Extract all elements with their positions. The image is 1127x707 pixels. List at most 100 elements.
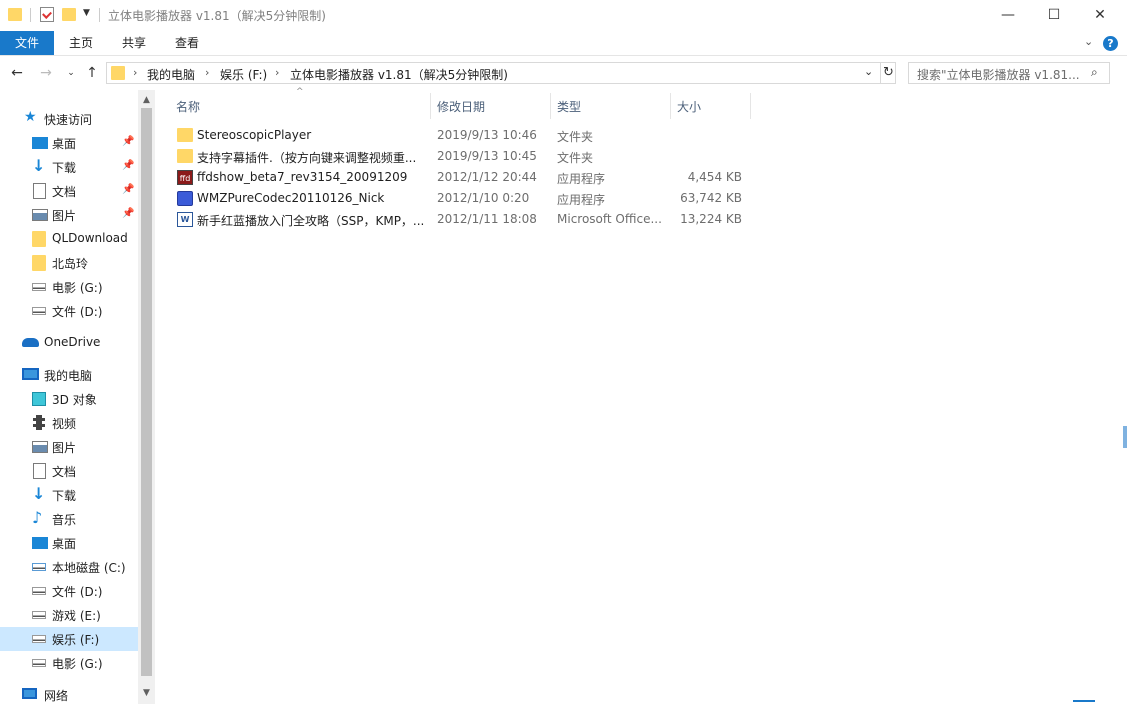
nav-pc-downloads[interactable]: ↓ 下载 (0, 483, 138, 507)
nav-label: 北岛玲 (52, 257, 89, 271)
word-doc-icon: W (177, 212, 193, 227)
file-row[interactable]: StereoscopicPlayer 2019/9/13 10:46 文件夹 (172, 125, 752, 146)
system-drive-icon (32, 563, 46, 571)
nav-onedrive[interactable]: OneDrive (0, 331, 138, 355)
column-header-size[interactable]: 大小 (677, 98, 701, 115)
nav-quick-downloads[interactable]: ↓ 下载 📌 (0, 155, 138, 179)
tab-share[interactable]: 共享 (108, 31, 160, 55)
divider (30, 8, 31, 22)
nav-pc-drive-g[interactable]: 电影 (G:) (0, 651, 138, 675)
nav-pc-pictures[interactable]: 图片 (0, 435, 138, 459)
file-row[interactable]: W 新手红蓝播放入门全攻略（SSP，KMP，... 2012/1/11 18:0… (172, 209, 752, 230)
nav-label: 电影 (G:) (52, 281, 103, 295)
pictures-icon (32, 209, 48, 221)
nav-pc-desktop[interactable]: 桌面 (0, 531, 138, 555)
tab-view[interactable]: 查看 (160, 31, 214, 55)
nav-quick-desktop[interactable]: 桌面 📌 (0, 131, 138, 155)
breadcrumb-separator[interactable]: › (275, 66, 279, 79)
nav-quick-qldownload[interactable]: QLDownload (0, 227, 138, 251)
maximize-button[interactable]: ☐ (1031, 0, 1077, 30)
column-divider[interactable] (430, 93, 431, 119)
column-divider[interactable] (670, 93, 671, 119)
file-row[interactable]: ffd ffdshow_beta7_rev3154_20091209 2012/… (172, 167, 752, 188)
column-header-date[interactable]: 修改日期 (437, 98, 485, 115)
document-icon (33, 183, 46, 199)
back-button[interactable]: ← (9, 65, 25, 81)
properties-icon[interactable] (40, 7, 54, 22)
customize-toolbar-icon[interactable]: ▼ (83, 8, 90, 18)
scroll-up-arrow[interactable]: ▲ (140, 95, 153, 107)
nav-quick-drive-d[interactable]: 文件 (D:) (0, 299, 138, 323)
column-divider[interactable] (750, 93, 751, 119)
file-date: 2012/1/11 18:08 (437, 212, 537, 226)
refresh-icon[interactable]: ↻ (883, 65, 894, 80)
folder-icon (177, 149, 193, 163)
breadcrumb-separator[interactable]: › (133, 66, 137, 79)
nav-label: 图片 (52, 441, 77, 455)
new-folder-icon[interactable] (62, 8, 76, 21)
nav-label: 桌面 (52, 137, 77, 151)
minimize-button[interactable]: — (985, 0, 1031, 30)
pin-icon: 📌 (122, 184, 135, 195)
nav-pc-drive-c[interactable]: 本地磁盘 (C:) (0, 555, 138, 579)
nav-quick-documents[interactable]: 文档 📌 (0, 179, 138, 203)
expand-ribbon-icon[interactable]: ⌄ (1084, 35, 1093, 48)
column-divider[interactable] (550, 93, 551, 119)
nav-label: 图片 (52, 209, 77, 223)
nav-pc-music[interactable]: ♪ 音乐 (0, 507, 138, 531)
nav-label: 本地磁盘 (C:) (52, 561, 126, 575)
close-button[interactable]: ✕ (1077, 0, 1123, 30)
nav-network[interactable]: 网络 (0, 683, 138, 707)
breadcrumb-drive[interactable]: 娱乐 (F:) (220, 66, 267, 83)
breadcrumb-separator[interactable]: › (205, 66, 209, 79)
tab-file[interactable]: 文件 (0, 31, 54, 55)
file-name: ffdshow_beta7_rev3154_20091209 (197, 170, 408, 184)
navigation-pane: ★ 快速访问 桌面 📌 ↓ 下载 📌 文档 📌 图片 📌 QLDownload … (0, 90, 155, 704)
nav-pc-drive-e[interactable]: 游戏 (E:) (0, 603, 138, 627)
tab-home[interactable]: 主页 (54, 31, 108, 55)
drive-icon (32, 283, 46, 291)
file-name: WMZPureCodec20110126_Nick (197, 191, 385, 205)
nav-pc-drive-f[interactable]: 娱乐 (F:) (0, 627, 138, 651)
nav-label: 文件 (D:) (52, 305, 103, 319)
nav-quick-drive-g[interactable]: 电影 (G:) (0, 275, 138, 299)
nav-pc-documents[interactable]: 文档 (0, 459, 138, 483)
up-button[interactable]: ↑ (84, 65, 100, 81)
file-type: 文件夹 (557, 130, 594, 144)
nav-quick-pictures[interactable]: 图片 📌 (0, 203, 138, 227)
nav-label: 下载 (52, 161, 77, 175)
nav-label: 文档 (52, 185, 77, 199)
file-row[interactable]: 支持字幕插件.（按方向键来调整视频重... 2019/9/13 10:45 文件… (172, 146, 752, 167)
drive-icon (32, 659, 46, 667)
search-box[interactable]: 搜索"立体电影播放器 v1.81... ⌕ (908, 62, 1110, 84)
search-placeholder: 搜索"立体电影播放器 v1.81... (917, 68, 1080, 82)
address-bar[interactable]: › 我的电脑 › 娱乐 (F:) › 立体电影播放器 v1.81（解决5分钟限制… (106, 62, 896, 84)
forward-button[interactable]: → (38, 65, 54, 81)
nav-pc-drive-d[interactable]: 文件 (D:) (0, 579, 138, 603)
breadcrumb-this-pc[interactable]: 我的电脑 (147, 66, 195, 83)
nav-quick-access[interactable]: ★ 快速访问 (0, 107, 138, 131)
details-view-button[interactable] (1073, 700, 1095, 702)
nav-pc-videos[interactable]: 视频 (0, 411, 138, 435)
nav-label: 视频 (52, 417, 77, 431)
file-size: 4,454 KB (687, 170, 742, 184)
nav-label: 文档 (52, 465, 77, 479)
nav-pc-3d-objects[interactable]: 3D 对象 (0, 387, 138, 411)
drive-icon (32, 611, 46, 619)
nav-quick-folder[interactable]: 北岛玲 (0, 251, 138, 275)
help-icon[interactable]: ? (1103, 36, 1118, 51)
recent-locations-button[interactable]: ⌄ (63, 65, 79, 81)
file-date: 2012/1/12 20:44 (437, 170, 537, 184)
file-row[interactable]: WMZPureCodec20110126_Nick 2012/1/10 0:20… (172, 188, 752, 209)
computer-icon (22, 368, 39, 380)
scroll-down-arrow[interactable]: ▼ (140, 688, 153, 700)
search-icon[interactable]: ⌕ (1091, 65, 1098, 80)
file-size: 13,224 KB (680, 212, 742, 226)
column-header-name[interactable]: 名称 (176, 98, 200, 115)
breadcrumb-current-folder[interactable]: 立体电影播放器 v1.81（解决5分钟限制) (290, 66, 508, 83)
address-dropdown-icon[interactable]: ⌄ (864, 65, 873, 78)
download-icon: ↓ (32, 484, 46, 503)
nav-scrollbar-thumb[interactable] (141, 108, 152, 676)
column-header-type[interactable]: 类型 (557, 98, 581, 115)
nav-this-pc[interactable]: 我的电脑 (0, 363, 138, 387)
